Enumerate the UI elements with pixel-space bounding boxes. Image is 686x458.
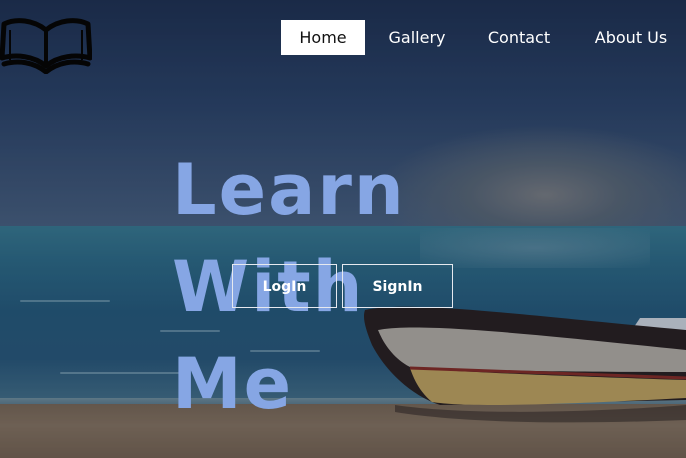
nav-about-us[interactable]: About Us bbox=[586, 20, 676, 55]
nav-gallery[interactable]: Gallery bbox=[380, 20, 454, 55]
main-nav: Home Gallery Contact About Us bbox=[0, 20, 686, 55]
nav-home[interactable]: Home bbox=[281, 20, 365, 55]
login-button[interactable]: LogIn bbox=[232, 264, 337, 308]
hero-title-line1: Learn bbox=[172, 149, 406, 231]
signin-button[interactable]: SignIn bbox=[342, 264, 453, 308]
nav-contact[interactable]: Contact bbox=[480, 20, 558, 55]
